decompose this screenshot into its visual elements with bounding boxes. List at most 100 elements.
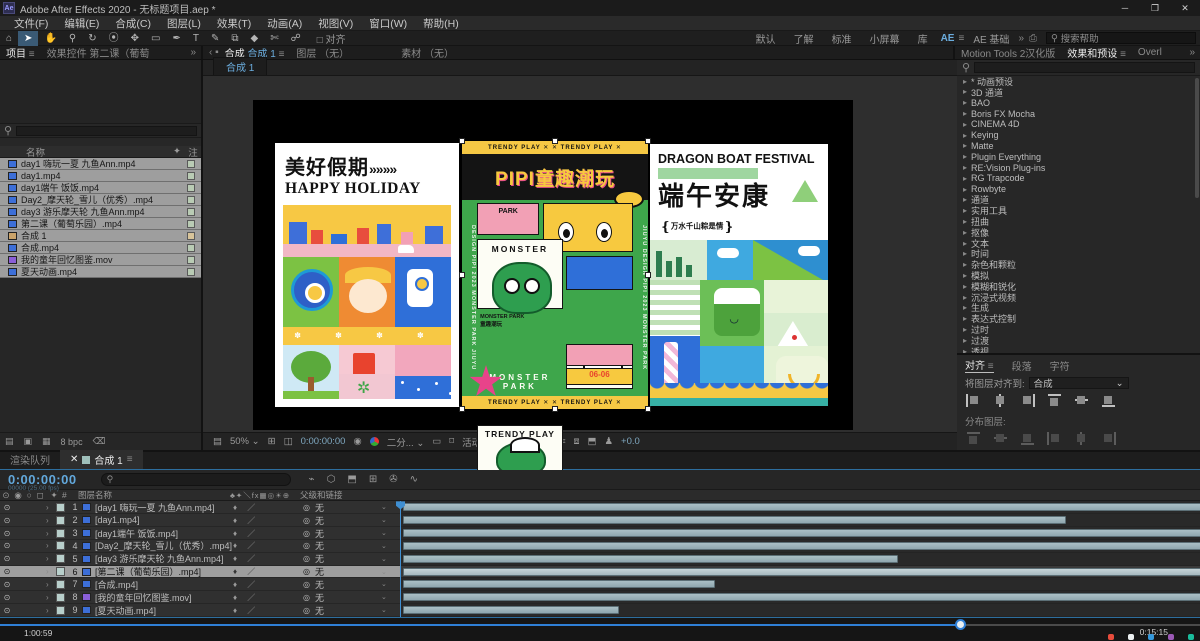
selection-handle[interactable] <box>645 406 651 412</box>
switches-column[interactable]: ♣✦＼fx▦◎☀⊕ <box>230 490 300 501</box>
new-composition-icon[interactable]: ▦ <box>42 436 51 447</box>
effects-search-input[interactable] <box>974 61 1195 73</box>
layer-switches[interactable]: ♦ ／ <box>233 502 303 513</box>
progress-handle[interactable] <box>955 619 966 630</box>
effects-category-row[interactable]: ▸ 过渡 <box>957 335 1200 346</box>
chevron-right-icon[interactable]: ▸ <box>963 325 967 334</box>
chevron-right-icon[interactable]: ▸ <box>963 239 967 248</box>
playhead-line[interactable] <box>400 501 401 617</box>
eye-icon[interactable]: ⊙ <box>0 580 14 589</box>
eye-icon[interactable]: ⊙ <box>0 554 14 563</box>
layer-duration-bar[interactable] <box>403 593 1200 602</box>
taskbar-app-icon[interactable] <box>1128 634 1134 640</box>
pan-behind-tool-icon[interactable]: ✥ <box>125 31 145 46</box>
tab-timeline-comp[interactable]: ✕ 合成 1 ≡ <box>60 450 143 469</box>
tab-footage[interactable]: 素材 （无） <box>395 45 460 60</box>
label-color-swatch[interactable] <box>187 243 195 252</box>
chevron-right-icon[interactable]: ▸ <box>963 336 967 345</box>
distribute-bottom-button[interactable] <box>1019 432 1036 445</box>
tab-project[interactable]: 项目 ≡ <box>0 45 41 60</box>
pickwhip-icon[interactable]: ◎ <box>303 541 315 550</box>
chevron-down-icon[interactable]: ⌄ <box>381 593 387 601</box>
effects-category-row[interactable]: ▸ Boris FX Mocha <box>957 108 1200 119</box>
pickwhip-icon[interactable]: ◎ <box>303 593 315 602</box>
align-horizontal-center-button[interactable] <box>992 394 1009 407</box>
layer-duration-bar[interactable] <box>403 516 1067 525</box>
expand-chevron-icon[interactable]: › <box>46 554 56 563</box>
layer-color-swatch[interactable] <box>56 579 65 589</box>
effects-category-row[interactable]: ▸ 3D 通道 <box>957 87 1200 97</box>
effects-category-row[interactable]: ▸ 沉浸式视频 <box>957 292 1200 303</box>
chevron-right-icon[interactable]: ▸ <box>963 131 967 140</box>
timeline-search-input[interactable]: ⚲ <box>100 473 291 487</box>
workspace-item[interactable]: 库 <box>909 31 937 46</box>
chevron-right-icon[interactable]: ▸ <box>963 249 967 258</box>
tab-render-queue[interactable]: 渲染队列 <box>0 450 60 469</box>
viewer-comp-tab[interactable]: 合成 1 <box>213 57 268 75</box>
expand-chevron-icon[interactable]: › <box>46 503 56 512</box>
zoom-tool-icon[interactable]: ⚲ <box>63 31 82 46</box>
workspace-current[interactable]: AE 基础 <box>964 31 1018 46</box>
effects-category-row[interactable]: ▸ 过时 <box>957 324 1200 335</box>
parent-link-column[interactable]: 父级和链接 <box>300 489 398 501</box>
layer-switches[interactable]: ♦ ／ <box>233 528 303 539</box>
color-depth-button[interactable]: 8 bpc <box>61 437 83 447</box>
taskbar-app-icon[interactable] <box>1108 634 1114 640</box>
layer-color-swatch[interactable] <box>56 592 65 602</box>
chevron-down-icon[interactable]: ⌄ <box>381 516 387 524</box>
region-of-interest-icon[interactable]: ▭ <box>432 436 441 447</box>
effects-category-row[interactable]: ▸ BAO <box>957 97 1200 108</box>
parent-dropdown[interactable]: 无 <box>315 539 381 552</box>
layer-switches[interactable]: ♦ ／ <box>233 553 303 564</box>
selection-handle[interactable] <box>645 272 651 278</box>
label-color-swatch[interactable] <box>187 195 195 204</box>
layer-duration-bar[interactable] <box>403 606 619 615</box>
graph-editor-icon[interactable]: ∿ <box>410 474 418 485</box>
layer-row[interactable]: ⊙ › 3 [day1端午 饭饭.mp4] ♦ ／ ◎ 无 ⌄ <box>0 527 400 540</box>
chevron-right-icon[interactable]: ▸ <box>963 228 967 237</box>
expand-chevron-icon[interactable]: › <box>46 529 56 538</box>
layer-row[interactable]: ⊙ › 6 [第二课（葡萄乐园）.mp4] ♦ ／ ◎ 无 ⌄ <box>0 565 400 579</box>
distribute-top-button[interactable] <box>965 432 982 445</box>
layer-duration-bar[interactable] <box>403 541 1200 550</box>
chevron-right-icon[interactable]: ▸ <box>963 109 967 118</box>
sync-icon[interactable]: ⎙ <box>1024 33 1042 44</box>
pickwhip-icon[interactable]: ◎ <box>303 567 315 576</box>
composition-mini-flowchart-icon[interactable]: ⌁ <box>309 474 315 485</box>
effects-category-row[interactable]: ▸ Rowbyte <box>957 184 1200 195</box>
eye-icon[interactable]: ⊙ <box>0 503 14 512</box>
chevron-right-icon[interactable]: ▸ <box>963 314 967 323</box>
timeline-jump-icon[interactable]: ⬒ <box>588 436 597 447</box>
layer-switches[interactable]: ♦ ／ <box>233 592 303 603</box>
chevron-right-icon[interactable]: ▸ <box>963 87 967 96</box>
layer-color-swatch[interactable] <box>56 567 65 577</box>
taskbar-app-icon[interactable] <box>1148 634 1154 640</box>
distribute-vertical-center-button[interactable] <box>992 432 1009 445</box>
effects-category-row[interactable]: ▸ 扭曲 <box>957 216 1200 227</box>
label-color-swatch[interactable] <box>187 219 195 228</box>
distribute-horizontal-center-button[interactable] <box>1073 432 1090 445</box>
distribute-right-button[interactable] <box>1100 432 1117 445</box>
expand-chevron-icon[interactable]: › <box>46 541 56 550</box>
expand-chevron-icon[interactable]: › <box>46 593 56 602</box>
selection-handle[interactable] <box>552 138 558 144</box>
tab-effects-presets[interactable]: 效果和预设 ≡ <box>1061 45 1132 61</box>
effects-category-row[interactable]: ▸ 表达式控制 <box>957 313 1200 324</box>
column-note[interactable]: 注 <box>185 145 201 159</box>
selection-handle[interactable] <box>645 138 651 144</box>
parent-dropdown[interactable]: 无 <box>315 552 381 565</box>
chevron-right-icon[interactable]: ▸ <box>963 303 967 312</box>
label-color-swatch[interactable] <box>187 231 195 240</box>
pen-tool-icon[interactable]: ✒ <box>166 31 186 46</box>
layer-switches[interactable]: ♦ ／ <box>233 515 303 526</box>
label-color-swatch[interactable] <box>187 255 195 264</box>
camera-tool-icon[interactable]: ⦿ <box>103 31 125 46</box>
chevron-right-icon[interactable]: ▸ <box>963 98 967 107</box>
close-button[interactable]: ✕ <box>1170 0 1200 16</box>
distribute-left-button[interactable] <box>1046 432 1063 445</box>
parent-dropdown[interactable]: 无 <box>315 565 381 578</box>
help-search-input[interactable]: ⚲ 搜索帮助 <box>1046 32 1196 45</box>
align-right-button[interactable] <box>1019 394 1036 407</box>
layer-row[interactable]: ⊙ › 5 [day3 游乐摩天轮 九鱼Ann.mp4] ♦ ／ ◎ 无 ⌄ <box>0 552 400 566</box>
project-item-row[interactable]: 夏天动画.mp4 <box>0 266 201 278</box>
